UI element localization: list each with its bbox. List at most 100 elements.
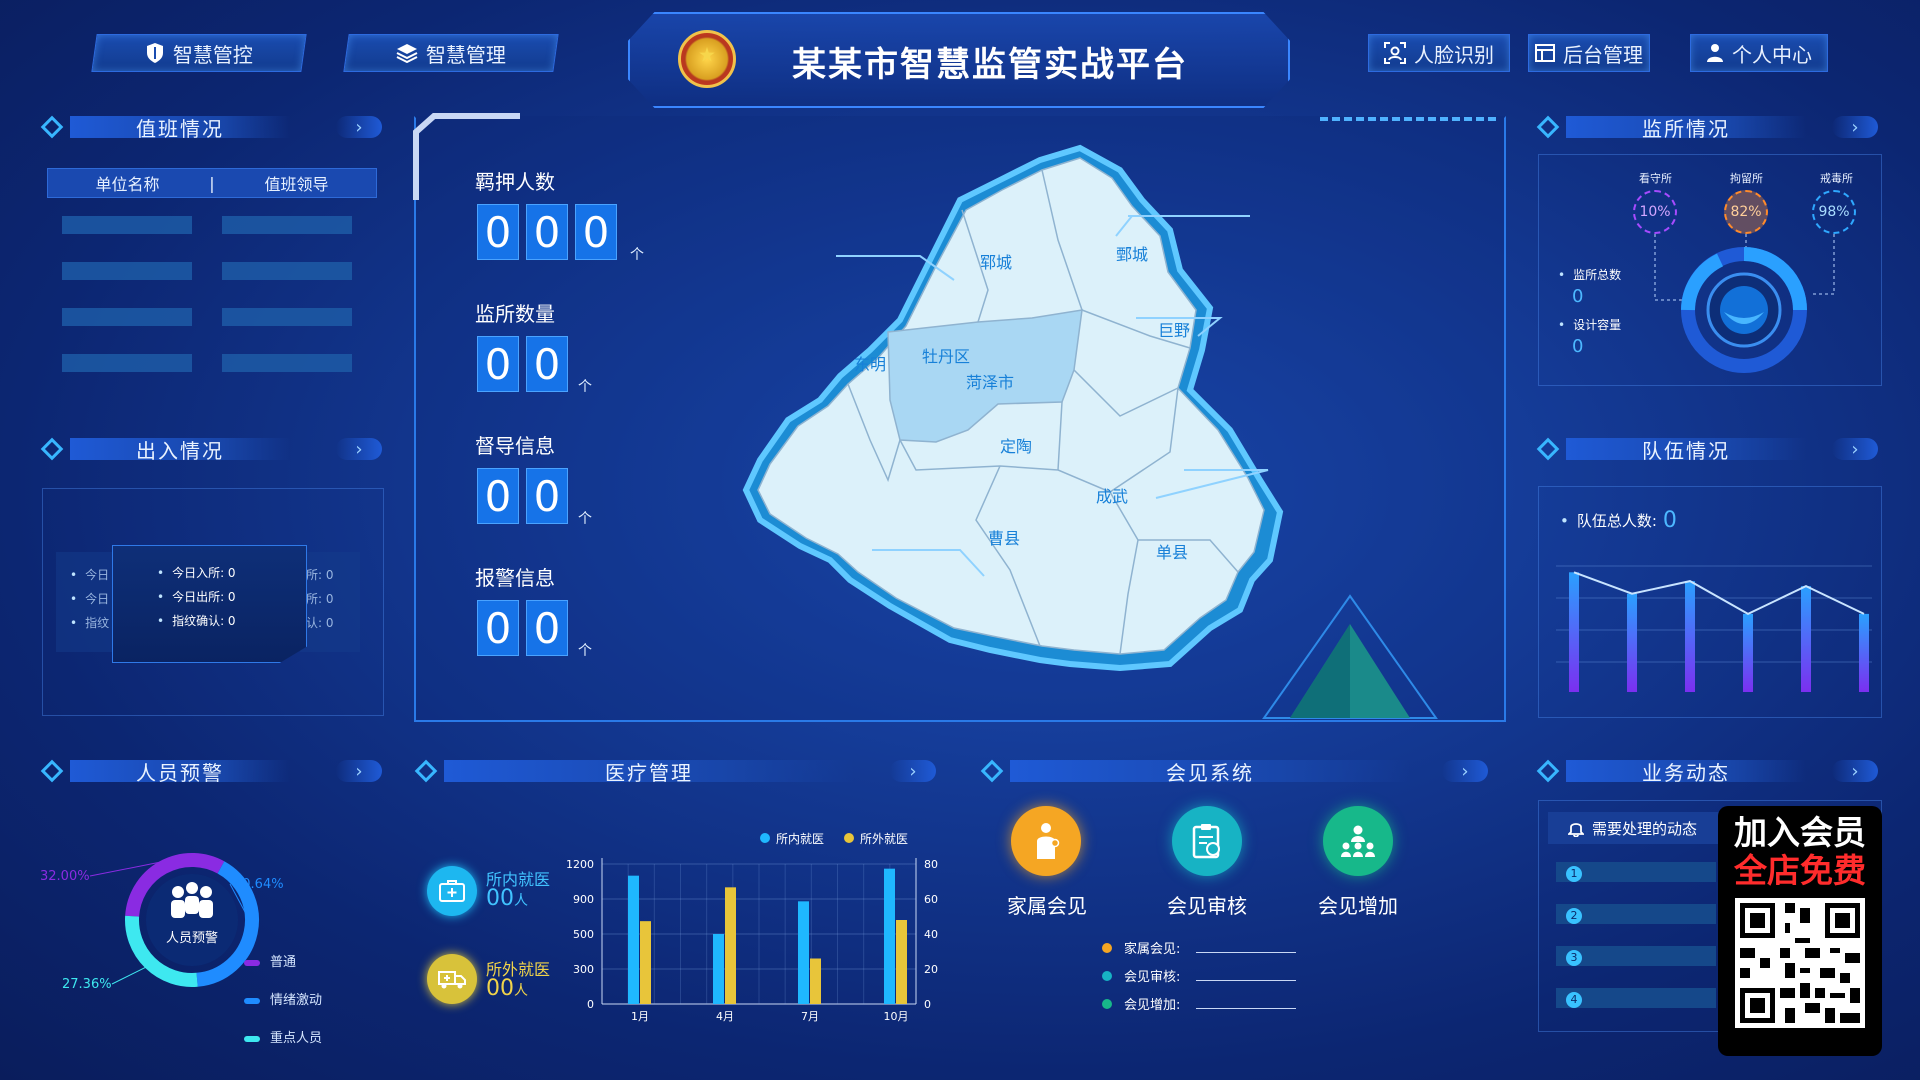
user-icon <box>1707 44 1723 62</box>
warning-header: 人员预警 › <box>40 758 382 785</box>
face-scan-icon <box>1384 42 1406 64</box>
expand-chevron-icon[interactable]: › <box>1442 760 1488 782</box>
expand-chevron-icon[interactable]: › <box>1832 760 1878 782</box>
expand-chevron-icon[interactable]: › <box>1832 116 1878 138</box>
business-row[interactable]: 1 <box>1556 862 1716 882</box>
nav-smart-management[interactable]: 智慧管理 <box>343 34 559 72</box>
stat-digit: 0 <box>526 600 568 656</box>
y-tick-label: 0 <box>587 998 594 1011</box>
col-duty-leader: 值班领导 <box>264 175 329 194</box>
business-row[interactable]: 2 <box>1556 904 1716 924</box>
clipboard-check-icon <box>1192 824 1220 859</box>
shield-icon <box>147 43 163 63</box>
map-label: 鄄城 <box>1116 245 1148 264</box>
medical-inside-count: 00人 <box>486 886 528 911</box>
section-title: 人员预警 <box>70 760 290 785</box>
bar <box>640 921 651 1004</box>
bar <box>1801 586 1811 692</box>
y-tick-label: 900 <box>573 893 594 906</box>
prison-total-value: 0 <box>1572 286 1584 307</box>
diamond-icon <box>414 759 438 783</box>
stat-detained-label: 羁押人数 <box>475 170 555 194</box>
nav-face-recognition[interactable]: 人脸识别 <box>1368 34 1510 72</box>
y-tick-label: 500 <box>573 928 594 941</box>
expand-chevron-icon[interactable]: › <box>890 760 936 782</box>
x-tick-label: 1月 <box>631 1010 649 1023</box>
ghost-text: 所: 0 <box>306 568 334 582</box>
business-row[interactable]: 3 <box>1556 946 1716 966</box>
visit-header: 会见系统 › <box>980 758 1488 785</box>
promo-badge[interactable]: 加入会员 全店免费 <box>1718 806 1882 1056</box>
duty-cell <box>222 354 352 372</box>
bar <box>713 934 724 1004</box>
stat-digit: 0 <box>526 336 568 392</box>
nav-label: 人脸识别 <box>1414 42 1494 67</box>
ghost-text: 今日 <box>70 566 116 590</box>
medical-outside-icon <box>427 954 477 1004</box>
team-bar-chart <box>1556 565 1872 692</box>
bar <box>1627 593 1637 692</box>
business-header: 业务动态 › <box>1536 758 1878 785</box>
visit-stat-row: 会见审核: <box>1102 964 1296 992</box>
frame-stripe-decor <box>1320 117 1500 121</box>
stat-digit: 0 <box>526 204 568 260</box>
visit-stat-row: 家属会见: <box>1102 936 1296 964</box>
x-tick-label: 7月 <box>801 1010 819 1023</box>
leader-line <box>111 966 147 985</box>
bar <box>725 887 736 1004</box>
today-out: 今日出所: 0 <box>157 588 306 612</box>
diamond-icon <box>40 115 64 139</box>
duty-cell <box>62 216 192 234</box>
expand-chevron-icon[interactable]: › <box>336 760 382 782</box>
nav-smart-control[interactable]: 智慧管控 <box>91 34 307 72</box>
nav-label: 智慧管控 <box>173 42 253 67</box>
slice-value-label: 32.00% <box>40 869 90 884</box>
family-visit-label: 家属会见 <box>1007 894 1087 918</box>
diamond-icon <box>1536 115 1560 139</box>
nav-personal-center[interactable]: 个人中心 <box>1690 34 1828 72</box>
bar <box>798 901 809 1004</box>
qr-code-icon <box>1735 898 1865 1028</box>
pyramid-decor <box>1262 594 1438 719</box>
nav-label: 后台管理 <box>1563 42 1643 67</box>
visit-add-label: 会见增加 <box>1318 894 1398 918</box>
medical-legend: 所内就医 所外就医 <box>760 830 908 847</box>
visit-review-button[interactable] <box>1172 806 1242 876</box>
family-visit-button[interactable] <box>1011 806 1081 876</box>
gauge-caption: 戒毒所 <box>1820 172 1853 185</box>
prison-header: 监所情况 › <box>1536 114 1878 141</box>
expand-chevron-icon[interactable]: › <box>336 116 382 138</box>
diamond-icon <box>1536 759 1560 783</box>
bar <box>1859 613 1869 692</box>
map-label: 郓城 <box>980 253 1012 272</box>
stat-supervision-label: 督导信息 <box>475 434 555 458</box>
visit-add-button[interactable] <box>1323 806 1393 876</box>
expand-chevron-icon[interactable]: › <box>336 438 382 460</box>
bell-icon <box>1568 823 1584 837</box>
map-label: 成武 <box>1096 487 1128 506</box>
map-label: 曹县 <box>988 529 1020 548</box>
gauge-rehab: 98% <box>1812 190 1856 234</box>
y2-tick-label: 40 <box>924 928 938 941</box>
slice-value-label: 27.36% <box>62 977 112 992</box>
medical-outside-count: 00人 <box>486 976 528 1001</box>
gauge-caption: 看守所 <box>1639 172 1672 185</box>
series-line <box>1573 571 1865 616</box>
inout-header: 出入情况 › <box>40 436 382 463</box>
y2-tick-label: 80 <box>924 858 938 871</box>
col-unit-name: 单位名称 <box>95 175 160 194</box>
diamond-icon <box>40 437 64 461</box>
inout-card[interactable]: 今日入所: 0 今日出所: 0 指纹确认: 0 <box>112 545 307 663</box>
nav-backend[interactable]: 后台管理 <box>1528 34 1650 72</box>
legend-item: 所外就医 <box>844 830 908 847</box>
expand-chevron-icon[interactable]: › <box>1832 438 1878 460</box>
map-land <box>757 157 1265 655</box>
section-title: 出入情况 <box>70 438 290 463</box>
business-row[interactable]: 4 <box>1556 988 1716 1008</box>
bar <box>628 875 639 1004</box>
city-map[interactable]: 郓城 鄄城 东明 牡丹区 菏泽市 巨野 定陶 成武 曹县 单县 <box>740 140 1300 680</box>
map-label: 巨野 <box>1158 321 1190 340</box>
visit-stat-row: 会见增加: <box>1102 992 1296 1020</box>
y-tick-label: 1200 <box>566 858 594 871</box>
prison-capacity-label: 设计容量 <box>1558 316 1621 333</box>
